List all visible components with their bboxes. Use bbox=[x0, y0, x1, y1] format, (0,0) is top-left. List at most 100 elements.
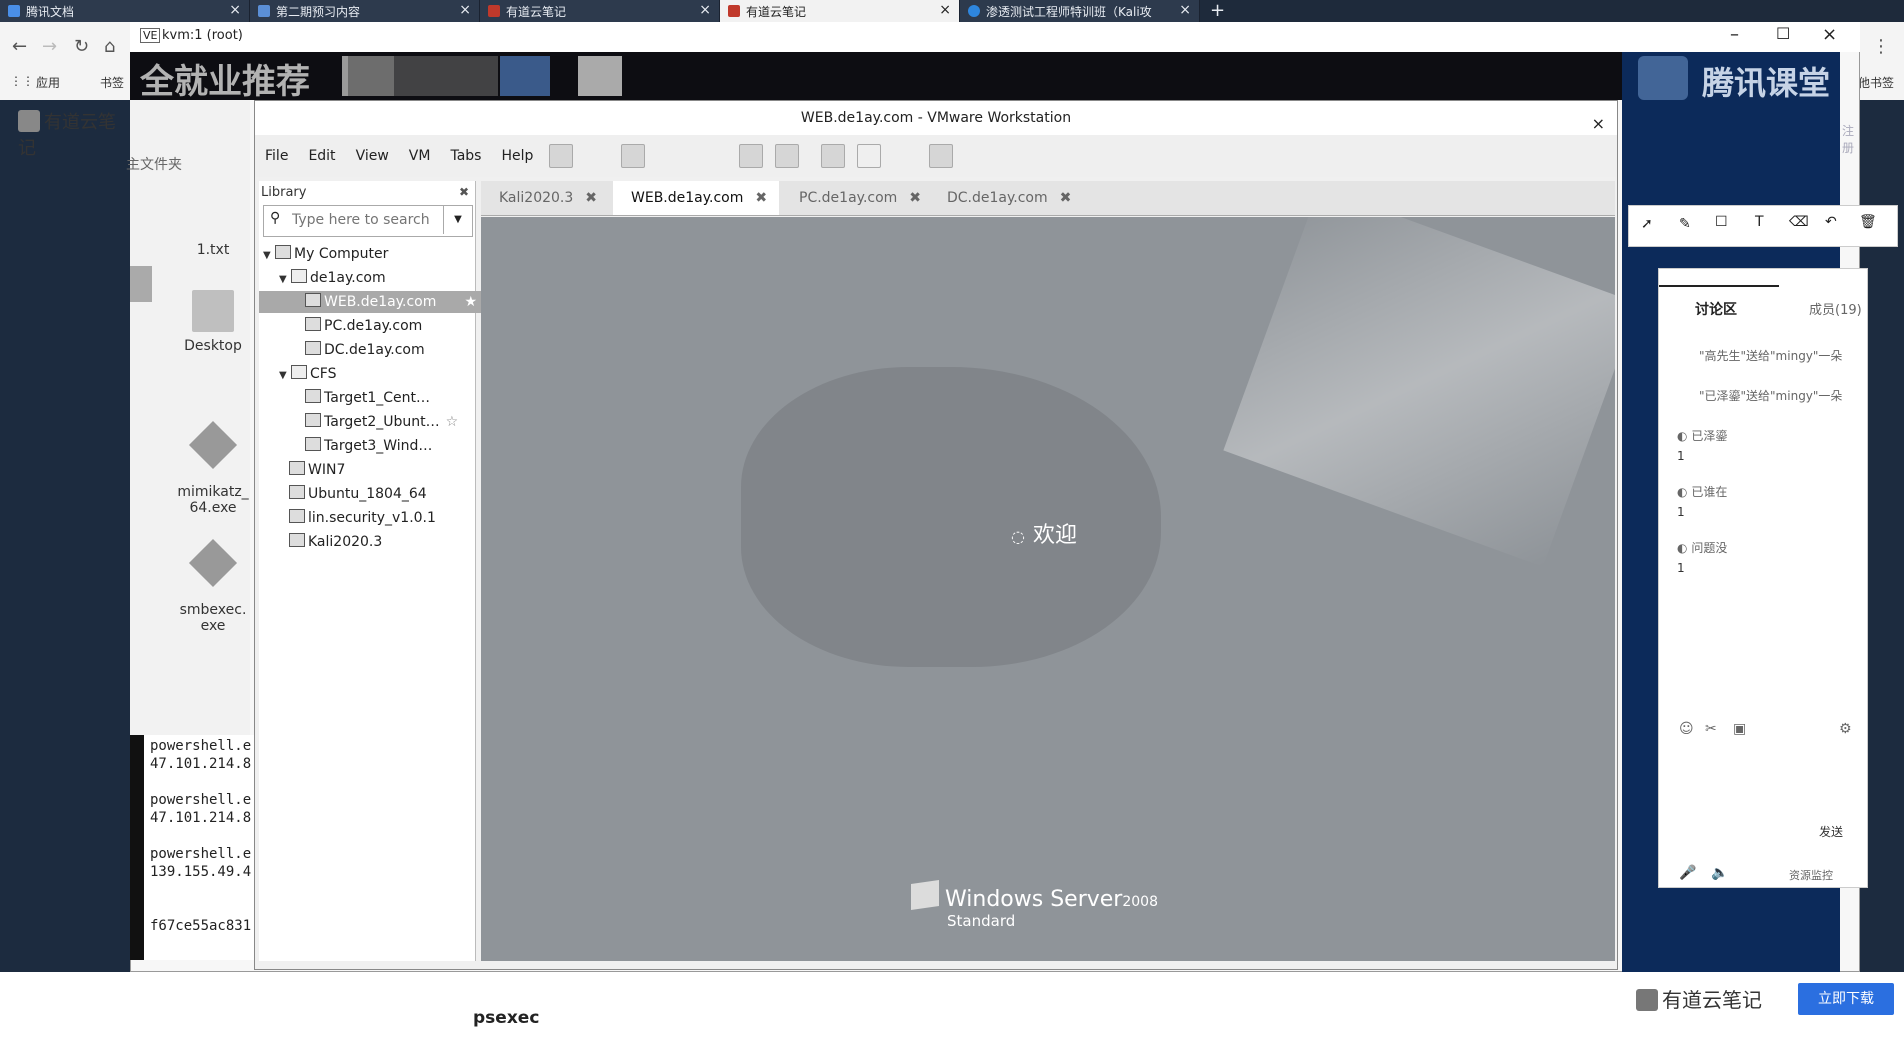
close-icon[interactable]: × bbox=[1179, 2, 1191, 18]
image-icon[interactable]: ▣ bbox=[1733, 721, 1746, 737]
snapshot-restore-icon[interactable] bbox=[739, 144, 764, 168]
close-icon[interactable]: × bbox=[229, 2, 241, 18]
menu-help[interactable]: Help bbox=[491, 148, 543, 164]
menu-vm[interactable]: VM bbox=[399, 148, 441, 164]
pen-icon[interactable]: ✎ bbox=[1679, 216, 1691, 232]
browser-tab-youdao-1[interactable]: 有道云笔记 × bbox=[480, 0, 720, 22]
close-icon[interactable]: × bbox=[699, 2, 711, 18]
snapshot-icon[interactable] bbox=[703, 144, 727, 168]
folder-icon bbox=[291, 269, 307, 283]
vm-icon bbox=[305, 317, 321, 331]
rectangle-icon[interactable]: ☐ bbox=[1715, 214, 1728, 230]
doc-icon bbox=[258, 5, 270, 17]
close-icon[interactable]: × bbox=[939, 2, 951, 18]
new-tab-button[interactable]: + bbox=[1210, 0, 1225, 22]
chevron-down-icon[interactable]: ▼ bbox=[443, 206, 472, 234]
search-input[interactable] bbox=[290, 206, 444, 234]
speaker-icon[interactable]: 🔈 bbox=[1711, 865, 1728, 881]
console-view-icon[interactable] bbox=[857, 144, 882, 168]
close-icon[interactable]: ✖ bbox=[909, 190, 921, 206]
close-icon[interactable]: ✖ bbox=[755, 190, 767, 206]
back-icon[interactable]: ← bbox=[12, 36, 27, 57]
menu-tabs[interactable]: Tabs bbox=[440, 148, 491, 164]
close-icon[interactable]: ✖ bbox=[1060, 190, 1072, 206]
refresh-icon[interactable] bbox=[657, 144, 681, 168]
youdao-icon bbox=[488, 5, 500, 17]
tab-kali[interactable]: Kali2020.3 ✖ bbox=[481, 181, 629, 215]
tab-web[interactable]: WEB.de1ay.com ✖ bbox=[613, 181, 779, 215]
settings-icon[interactable]: ⚙ bbox=[1839, 721, 1852, 737]
menu-view[interactable]: View bbox=[346, 148, 399, 164]
chat-message: 1 bbox=[1677, 505, 1685, 519]
vm-icon bbox=[305, 389, 321, 403]
library-toggle-icon[interactable] bbox=[821, 144, 846, 168]
home-icon[interactable]: ⌂ bbox=[104, 36, 115, 57]
stop-icon[interactable] bbox=[585, 144, 609, 168]
scissors-icon[interactable]: ✂ bbox=[1705, 721, 1717, 737]
close-icon[interactable]: ✖ bbox=[585, 190, 597, 206]
terminal-line: f67ce55ac831 bbox=[150, 918, 252, 934]
star-outline-icon[interactable]: ☆ bbox=[446, 414, 459, 430]
pointer-icon[interactable]: ➚ bbox=[1641, 216, 1653, 232]
menu-edit[interactable]: Edit bbox=[298, 148, 345, 164]
star-icon[interactable]: ★ bbox=[464, 291, 477, 313]
bookmark-apps[interactable]: 应用 bbox=[36, 74, 60, 91]
tree-vm-target3[interactable]: Target3_Wind… bbox=[305, 435, 432, 457]
tree-my-computer[interactable]: ▼ My Computer bbox=[263, 243, 388, 265]
browser-tab-kali-course[interactable]: 渗透测试工程师特训班（Kali攻 × bbox=[960, 0, 1200, 22]
browser-tab-tencent-docs[interactable]: 腾讯文档 × bbox=[0, 0, 250, 22]
snapshot-manager-icon[interactable] bbox=[775, 144, 800, 168]
vmware-window: WEB.de1ay.com - VMware Workstation × Fil… bbox=[254, 100, 1618, 970]
tab-pc[interactable]: PC.de1ay.com ✖ bbox=[781, 181, 939, 215]
browser-tab-preview[interactable]: 第二期预习内容 × bbox=[250, 0, 480, 22]
text-icon[interactable]: T bbox=[1755, 214, 1764, 230]
emoji-icon[interactable]: ☺ bbox=[1679, 721, 1694, 737]
avatar: ◐ bbox=[1677, 429, 1688, 443]
pause-icon[interactable] bbox=[549, 144, 574, 168]
reload-icon[interactable]: ↻ bbox=[74, 36, 89, 57]
tree-vm-kali[interactable]: Kali2020.3 bbox=[289, 531, 382, 553]
tree-vm-ubuntu[interactable]: Ubuntu_1804_64 bbox=[289, 483, 427, 505]
browser-tab-youdao-2[interactable]: 有道云笔记 × bbox=[720, 0, 960, 22]
maximize-icon[interactable]: ☐ bbox=[1776, 24, 1790, 43]
close-icon[interactable]: × bbox=[459, 2, 471, 18]
fullscreen-icon[interactable] bbox=[893, 144, 917, 168]
desktop-icon-smbexec[interactable]: smbexec. exe bbox=[158, 530, 268, 650]
microphone-icon[interactable]: 🎤 bbox=[1679, 865, 1696, 881]
desktop-icon-mimikatz[interactable]: mimikatz_ 64.exe bbox=[158, 412, 268, 532]
eraser-icon[interactable]: ⌫ bbox=[1789, 214, 1809, 230]
tab-members[interactable]: 成员(19) bbox=[1809, 299, 1862, 318]
tree-vm-web[interactable]: WEB.de1ay.com ★ bbox=[259, 291, 481, 313]
tree-folder-de1ay[interactable]: ▼ de1ay.com bbox=[279, 267, 386, 289]
register-link[interactable]: 注册 bbox=[1842, 122, 1854, 156]
tab-discussion[interactable]: 讨论区 bbox=[1695, 299, 1737, 319]
forward-icon[interactable]: → bbox=[42, 36, 57, 57]
tab-dc[interactable]: DC.de1ay.com ✖ bbox=[929, 181, 1087, 215]
tree-vm-dc[interactable]: DC.de1ay.com bbox=[305, 339, 425, 361]
close-icon[interactable]: ✖ bbox=[459, 185, 469, 199]
close-icon[interactable]: × bbox=[1822, 24, 1837, 45]
bookmark-item[interactable]: 书签 bbox=[100, 74, 124, 91]
terminal-output[interactable]: powershell.e 47.101.214.8 powershell.e 4… bbox=[130, 735, 255, 960]
download-button[interactable]: 立即下载 bbox=[1798, 983, 1894, 1015]
desktop-icon-1txt[interactable]: 1.txt bbox=[158, 242, 268, 258]
tree-vm-target2[interactable]: Target2_Ubunt… ☆ bbox=[305, 411, 458, 433]
tree-folder-cfs[interactable]: ▼ CFS bbox=[279, 363, 336, 385]
send-button[interactable]: 发送 bbox=[1819, 823, 1843, 840]
tree-vm-target1[interactable]: Target1_Cent… bbox=[305, 387, 430, 409]
tree-vm-pc[interactable]: PC.de1ay.com bbox=[305, 315, 422, 337]
tree-vm-linsecurity[interactable]: lin.security_v1.0.1 bbox=[289, 507, 436, 529]
home-folder-tab[interactable]: 主文件夹 bbox=[126, 154, 182, 174]
vm-tab-bar: Kali2020.3 ✖ WEB.de1ay.com ✖ PC.de1ay.com ✖… bbox=[481, 181, 1615, 216]
play-icon[interactable] bbox=[621, 144, 646, 168]
menu-file[interactable]: File bbox=[255, 148, 298, 164]
library-search: ⚲ ▼ bbox=[263, 205, 473, 237]
tree-vm-win7[interactable]: WIN7 bbox=[289, 459, 345, 481]
desktop-icon-desktop[interactable]: Desktop bbox=[158, 290, 268, 354]
unity-icon[interactable] bbox=[929, 144, 954, 168]
vm-console-screen[interactable]: ◌ 欢迎 Windows Server2008 Standard bbox=[481, 217, 1615, 961]
trash-icon[interactable]: 🗑 bbox=[1859, 214, 1877, 230]
minimize-icon[interactable]: – bbox=[1730, 24, 1739, 45]
undo-icon[interactable]: ↶ bbox=[1825, 214, 1837, 230]
menu-icon[interactable]: ⋮ bbox=[1872, 36, 1890, 57]
